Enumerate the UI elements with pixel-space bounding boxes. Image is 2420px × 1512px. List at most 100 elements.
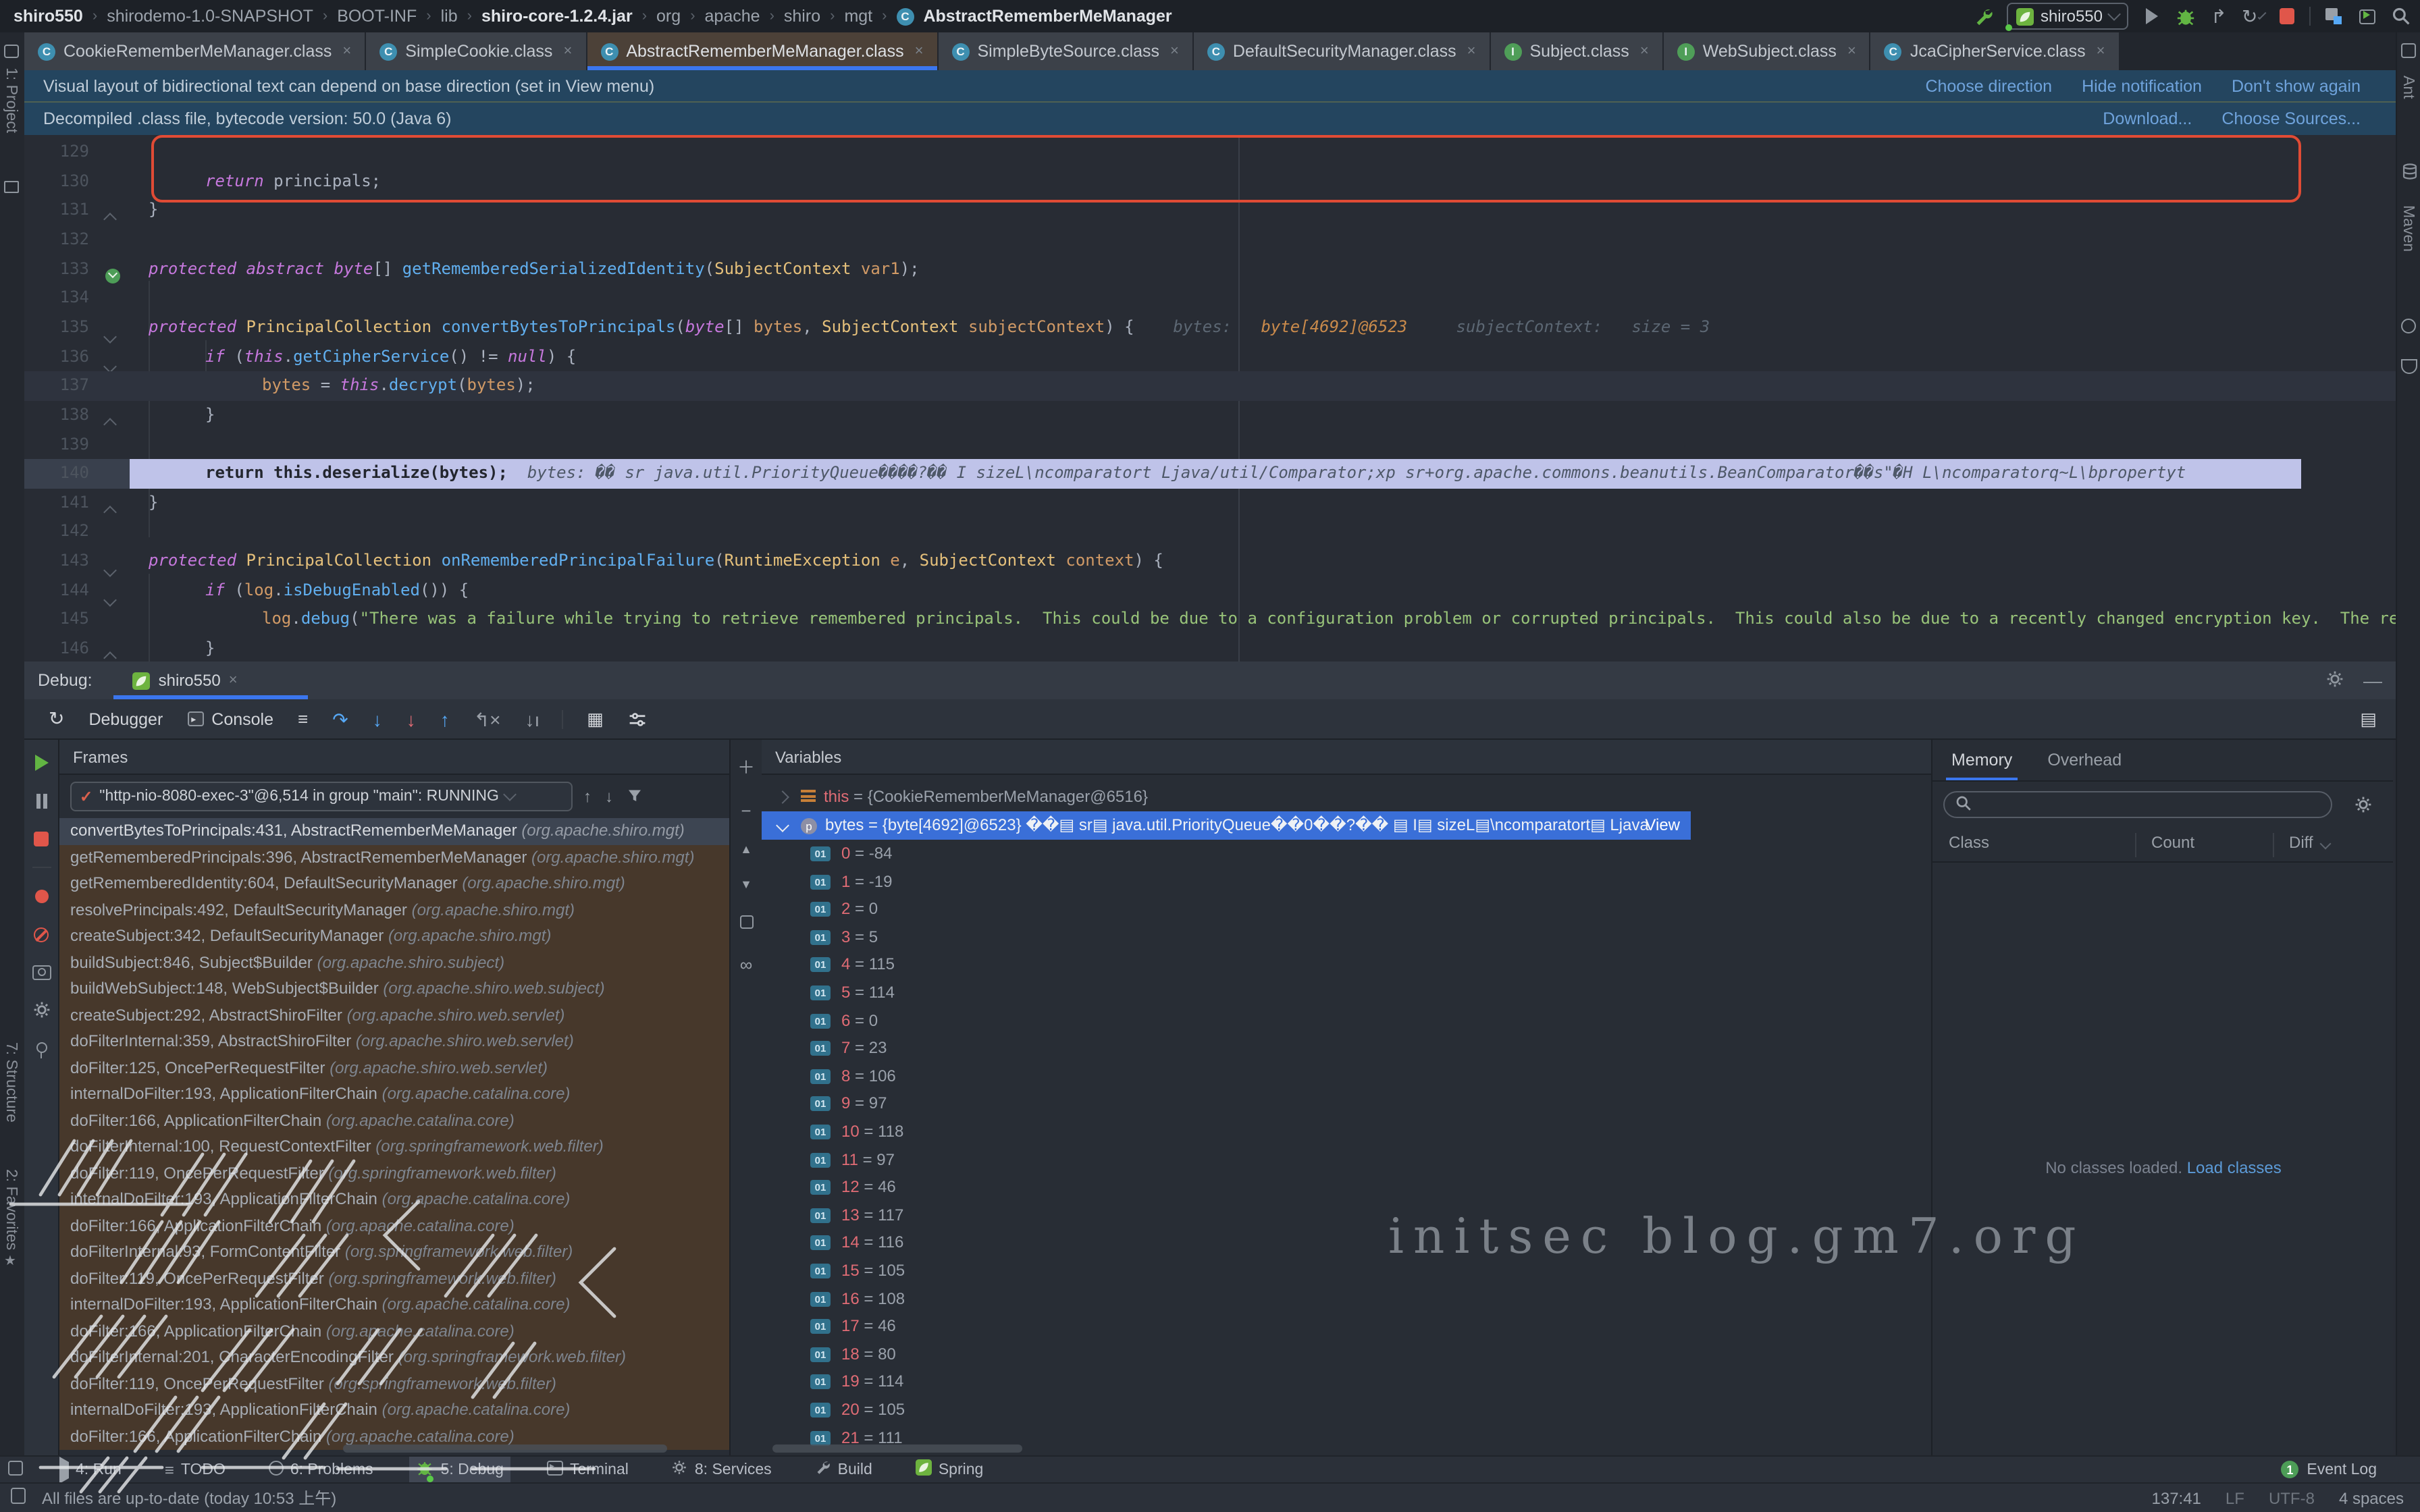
- array-item-row[interactable]: 0119 = 114: [762, 1368, 1931, 1396]
- frame-row[interactable]: doFilterInternal:359, AbstractShiroFilte…: [59, 1029, 729, 1055]
- move-down-icon[interactable]: ▼: [740, 878, 752, 891]
- code-line-143[interactable]: 143protected PrincipalCollection onRemem…: [24, 547, 2396, 576]
- frame-row[interactable]: doFilter:119, OncePerRequestFilter (org.…: [59, 1160, 729, 1187]
- tab-console[interactable]: ▸ Console: [187, 709, 273, 728]
- code-editor[interactable]: 129130return principals;131}132133protec…: [24, 135, 2396, 662]
- code-line-144[interactable]: 144if (log.isDebugEnabled()) {: [24, 576, 2396, 605]
- debug-button[interactable]: [2174, 5, 2196, 27]
- columns-icon[interactable]: [11, 1488, 26, 1508]
- attach-profiler-icon[interactable]: ↱: [2208, 5, 2230, 27]
- memory-search-input[interactable]: [1943, 791, 2332, 818]
- code-line-146[interactable]: 146}: [24, 634, 2396, 662]
- toolbar-item-problems[interactable]: 6: Problems: [262, 1456, 380, 1483]
- breadcrumb-item[interactable]: shiro-core-1.2.4.jar: [481, 7, 633, 26]
- event-log-button[interactable]: 1 Event Log: [2281, 1461, 2377, 1478]
- array-item-row[interactable]: 017 = 23: [762, 1034, 1931, 1062]
- run-anything-icon[interactable]: [2357, 5, 2378, 27]
- hide-window-icon[interactable]: —: [2363, 670, 2382, 691]
- wrench-icon[interactable]: [1973, 5, 1995, 27]
- array-item-row[interactable]: 0116 = 108: [762, 1285, 1931, 1312]
- frame-row[interactable]: doFilter:166, ApplicationFilterChain (or…: [59, 1213, 729, 1239]
- variables-scrollbar[interactable]: [772, 1444, 1022, 1453]
- breadcrumb-item[interactable]: shiro550: [14, 7, 83, 26]
- filter-frames-icon[interactable]: [627, 786, 643, 807]
- toolbar-item-todo[interactable]: ≡TODO: [158, 1456, 232, 1483]
- array-item-row[interactable]: 0111 = 97: [762, 1145, 1931, 1173]
- variable-this-row[interactable]: this = {CookieRememberMeManager@6516}: [762, 783, 1931, 811]
- variable-bytes-row[interactable]: pbytes = {byte[4692]@6523} ��▤ sr▤ java.…: [762, 811, 1691, 839]
- database-icon[interactable]: [2401, 162, 2417, 178]
- close-icon[interactable]: ×: [229, 672, 238, 688]
- frame-row[interactable]: doFilter:166, ApplicationFilterChain (or…: [59, 1318, 729, 1345]
- editor-tab[interactable]: CAbstractRememberMeManager.class×: [587, 32, 938, 70]
- grid-icon[interactable]: [2401, 43, 2417, 59]
- debugger-settings-icon[interactable]: [32, 1000, 51, 1019]
- layout-icon[interactable]: ≡: [298, 709, 308, 729]
- breadcrumb-item[interactable]: shiro: [784, 7, 820, 26]
- close-icon[interactable]: ×: [1640, 43, 1649, 59]
- step-out-button[interactable]: ↑: [440, 709, 450, 728]
- array-item-row[interactable]: 0110 = 118: [762, 1118, 1931, 1145]
- breadcrumb-item[interactable]: org: [656, 7, 681, 26]
- mute-breakpoints-button[interactable]: [32, 925, 51, 944]
- editor-tab[interactable]: IWebSubject.class×: [1664, 32, 1871, 70]
- close-icon[interactable]: ×: [1847, 43, 1856, 59]
- download-sources-link[interactable]: Download...: [2103, 109, 2192, 128]
- code-line-133[interactable]: 133protected abstract byte[] getRemember…: [24, 254, 2396, 284]
- frame-row[interactable]: buildWebSubject:148, WebSubject$Builder …: [59, 976, 729, 1002]
- frames-scrollbar[interactable]: [343, 1444, 667, 1453]
- memory-settings-gear-icon[interactable]: [2354, 795, 2373, 818]
- column-class[interactable]: Class: [1949, 833, 1989, 852]
- breadcrumb-item[interactable]: apache: [705, 7, 760, 26]
- editor-tab[interactable]: ISubject.class×: [1491, 32, 1664, 70]
- run-button[interactable]: [2140, 5, 2162, 27]
- code-line-142[interactable]: 142: [24, 518, 2396, 547]
- sidebar-item-structure[interactable]: 7: Structure: [3, 1042, 19, 1123]
- array-item-row[interactable]: 019 = 97: [762, 1090, 1931, 1118]
- stop-button[interactable]: [32, 829, 51, 848]
- code-line-141[interactable]: 141}: [24, 489, 2396, 518]
- frame-row[interactable]: getRememberedPrincipals:396, AbstractRem…: [59, 844, 729, 871]
- prev-frame-icon[interactable]: ↑: [583, 786, 591, 807]
- frame-row[interactable]: internalDoFilter:193, ApplicationFilterC…: [59, 1081, 729, 1108]
- frame-row[interactable]: doFilterInternal:201, CharacterEncodingF…: [59, 1345, 729, 1371]
- caret-position[interactable]: 137:41: [2152, 1488, 2201, 1507]
- array-item-row[interactable]: 011 = -19: [762, 867, 1931, 895]
- frame-row[interactable]: getRememberedIdentity:604, DefaultSecuri…: [59, 871, 729, 897]
- hide-notification-link[interactable]: Hide notification: [2082, 76, 2202, 95]
- remove-watch-icon[interactable]: −: [741, 801, 751, 821]
- array-item-row[interactable]: 015 = 114: [762, 979, 1931, 1006]
- breadcrumb-item[interactable]: lib: [441, 7, 458, 26]
- sidebar-item-project[interactable]: 1: Project: [3, 68, 19, 133]
- choose-direction-link[interactable]: Choose direction: [1925, 76, 2052, 95]
- sidebar-item-ant[interactable]: Ant: [2400, 76, 2416, 99]
- frame-row[interactable]: doFilterInternal:100, RequestContextFilt…: [59, 1134, 729, 1160]
- breadcrumb-item[interactable]: mgt: [844, 7, 872, 26]
- close-icon[interactable]: ×: [1170, 43, 1179, 59]
- file-encoding[interactable]: UTF-8: [2269, 1488, 2315, 1507]
- column-count[interactable]: Count: [2151, 833, 2194, 852]
- toolbar-item-run[interactable]: 4: Run: [53, 1456, 128, 1483]
- array-item-row[interactable]: 014 = 115: [762, 951, 1931, 979]
- breadcrumb-item[interactable]: AbstractRememberMeManager: [923, 7, 1172, 26]
- tab-debugger[interactable]: Debugger: [88, 709, 163, 728]
- frame-row[interactable]: internalDoFilter:193, ApplicationFilterC…: [59, 1292, 729, 1318]
- pause-button[interactable]: [32, 791, 51, 810]
- rerun-button[interactable]: ↻: [49, 707, 64, 730]
- editor-tab[interactable]: CSimpleCookie.class×: [366, 32, 587, 70]
- breadcrumb-item[interactable]: BOOT-INF: [337, 7, 417, 26]
- editor-tab[interactable]: CDefaultSecurityManager.class×: [1194, 32, 1491, 70]
- line-ending[interactable]: LF: [2226, 1488, 2244, 1507]
- run-configuration-select[interactable]: shiro550: [2007, 3, 2128, 30]
- frame-row[interactable]: createSubject:292, AbstractShiroFilter (…: [59, 1002, 729, 1029]
- frame-row[interactable]: buildSubject:846, Subject$Builder (org.a…: [59, 950, 729, 976]
- dont-show-again-link[interactable]: Don't show again: [2232, 76, 2361, 95]
- frame-row[interactable]: doFilter:166, ApplicationFilterChain (or…: [59, 1108, 729, 1134]
- close-icon[interactable]: ×: [1467, 43, 1476, 59]
- sidebar-item-maven[interactable]: Maven: [2400, 205, 2416, 252]
- array-item-row[interactable]: 0117 = 46: [762, 1312, 1931, 1340]
- infinity-icon[interactable]: ∞: [740, 954, 753, 975]
- tab-memory[interactable]: Memory: [1951, 740, 2012, 780]
- evaluate-expression-button[interactable]: ▦: [587, 708, 604, 730]
- column-diff[interactable]: Diff: [2289, 833, 2330, 852]
